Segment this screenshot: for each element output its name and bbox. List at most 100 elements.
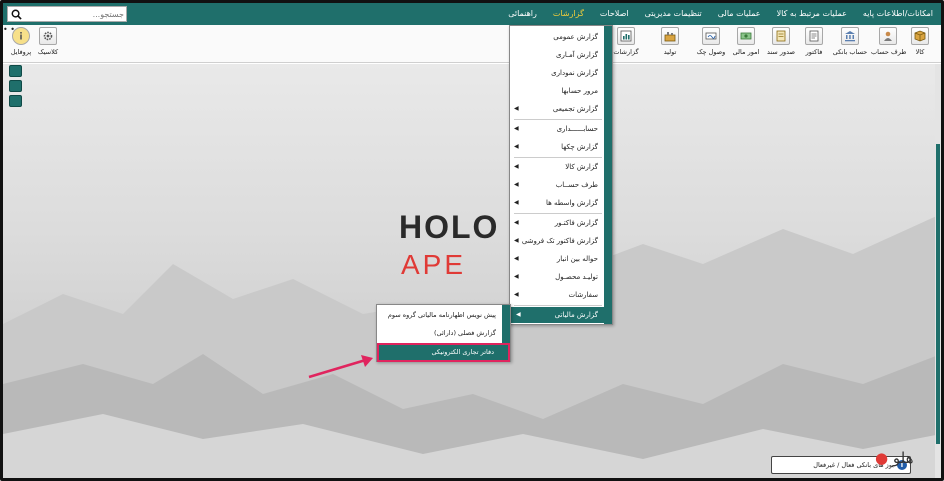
search-icon[interactable] [8,7,24,21]
dropdown-item-label: گزارش فاکتور تک فروشی [521,237,598,245]
toolbar-label: صدور سند [766,48,796,56]
toolbar-label: کالا [915,48,925,56]
dropdown-item-tax-report[interactable]: گزارش مالیاتی ◀ [510,307,612,323]
vertical-scrollbar[interactable] [935,64,941,478]
brand-logo-text: هلو [892,449,914,467]
dropdown-item-label: گزارش عمومی [553,33,598,41]
profile-icon [12,27,30,45]
dropdown-item-accounting[interactable]: حسابــــــداری ◀ [514,121,598,137]
annotation-arrow-icon [308,355,373,379]
dropdown-separator [514,119,602,120]
scrollbar-thumb[interactable] [936,144,940,444]
dropdown-separator [514,305,602,306]
toolbar-production-button[interactable]: تولید [657,27,683,61]
dropdown-item-label: گزارش واسطه ها [545,199,598,207]
dropdown-item-label: حسابــــــداری [556,125,598,133]
toolbar: کالا طرف حساب حساب بانکی فاکتور صدور سند… [3,25,941,63]
toolbar-account-party-button[interactable]: طرف حساب [871,27,907,61]
search-input[interactable] [24,7,124,21]
submenu-arrow-icon: ◀ [514,219,519,226]
dropdown-item-statistical-report[interactable]: گزارش آمـاری [514,47,598,63]
toolbar-cheque-collection-button[interactable]: وصول چک [695,27,727,61]
submenu-item-tax-declaration-draft[interactable]: پیش نویس اظهارنامه مالیاتی گروه سوم [381,307,496,323]
menu-item-basic-info[interactable]: امکانات/اطلاعات پایه [855,3,941,25]
toolbar-separator-dot: • [3,25,8,34]
dropdown-item-account-review[interactable]: مرور حسابها [514,83,598,99]
menu-item-help[interactable]: راهنمائی [500,3,545,25]
dropdown-item-label: تولیـد محصـول [555,273,598,281]
dropdown-item-product-production[interactable]: تولیـد محصـول ◀ [514,269,598,285]
dropdown-item-label: حواله بین انبار [556,255,598,263]
submenu-arrow-icon: ◀ [514,199,519,206]
desktop-background [3,64,941,478]
person-icon [879,27,897,45]
dropdown-item-label: گزارش کالا [565,163,598,171]
tax-report-submenu: پیش نویس اظهارنامه مالیاتی گروه سوم گزار… [376,304,511,362]
dropdown-item-label: گزارش مالیاتی [554,311,598,319]
submenu-arrow-icon: ◀ [514,163,519,170]
dropdown-item-warehouse-transfer[interactable]: حواله بین انبار ◀ [514,251,598,267]
dropdown-item-goods-report[interactable]: گزارش کالا ◀ [514,159,598,175]
submenu-arrow-icon: ◀ [514,143,519,150]
toolbar-label: حساب بانکی [832,48,868,56]
toolbar-label: طرف حساب [871,48,907,56]
dropdown-item-account-party[interactable]: طرف حســاب ◀ [514,177,598,193]
side-user-icon[interactable] [9,80,22,92]
dropdown-item-single-sale-invoice-report[interactable]: گزارش فاکتور تک فروشی ◀ [514,233,598,249]
submenu-item-electronic-ledgers[interactable]: دفاتر تجاری الکترونیکی [377,343,510,362]
menu-item-financial-operations[interactable]: عملیات مالی [710,3,769,25]
toolbar-label: فاکتور [805,48,823,56]
toolbar-reports-button[interactable]: گزارشات [611,27,641,61]
dropdown-item-label: مرور حسابها [561,87,598,95]
toolbar-label: امور مالی [732,48,760,56]
submenu-arrow-icon: ◀ [514,273,519,280]
brand-logo-mark-icon: ● [875,449,889,467]
toolbar-bank-account-button[interactable]: حساب بانکی [831,27,869,61]
dropdown-item-chart-report[interactable]: گزارش نموداری [514,65,598,81]
dropdown-item-label: گزارش آمـاری [555,51,598,59]
dropdown-item-label: سفارشات [568,291,598,299]
toolbar-issue-document-button[interactable]: صدور سند [765,27,797,61]
menu-item-management-settings[interactable]: تنظیمات مدیریتی [637,3,710,25]
dropdown-item-aggregate-report[interactable]: گزارش تجمیعی ◀ [514,101,598,117]
app-window: امکانات/اطلاعات پایه عملیات مرتبط به کال… [0,0,944,481]
menu-item-goods-operations[interactable]: عملیات مرتبط به کالا [769,3,855,25]
toolbar-classic-button[interactable]: کلاسیک [35,27,61,61]
dropdown-item-label: گزارش نموداری [551,69,598,77]
production-icon [661,27,679,45]
menu-item-corrections[interactable]: اصلاحات [592,3,637,25]
submenu-item-seasonal-report[interactable]: گزارش فصلی (دارائی) [381,325,496,341]
toolbar-label: وصول چک [696,48,726,56]
toolbar-invoice-button[interactable]: فاکتور [801,27,827,61]
document-icon [772,27,790,45]
box-icon [911,27,929,45]
mountain-background-image [3,214,941,478]
invoice-icon [805,27,823,45]
submenu-arrow-icon: ◀ [514,105,519,112]
dropdown-item-cheque-report[interactable]: گزارش چکها ◀ [514,139,598,155]
dropdown-item-invoice-report[interactable]: گزارش فاکتـور ◀ [514,215,598,231]
submenu-arrow-icon: ◀ [514,181,519,188]
submenu-arrow-icon: ◀ [514,237,519,244]
dropdown-item-label: طرف حســاب [555,181,598,189]
search-box [7,6,127,22]
dropdown-item-intermediary-report[interactable]: گزارش واسطه ها ◀ [514,195,598,211]
toolbar-profile-button[interactable]: پروفایل [9,27,33,61]
side-info-icon[interactable] [9,65,22,77]
dropdown-item-orders[interactable]: سفارشات ◀ [514,287,598,303]
dropdown-item-general-report[interactable]: گزارش عمومی [514,29,598,45]
toolbar-financial-affairs-button[interactable]: امور مالی [731,27,761,61]
submenu-arrow-icon: ◀ [514,255,519,262]
logo-text-bottom: APE [401,249,467,280]
dropdown-item-label: گزارش چکها [561,143,598,151]
side-home-icon[interactable] [9,95,22,107]
menu-item-reports[interactable]: گزارشات [545,3,592,25]
toolbar-goods-button[interactable]: کالا [907,27,933,61]
report-icon [617,27,635,45]
main-menubar: امکانات/اطلاعات پایه عملیات مرتبط به کال… [3,3,941,25]
dropdown-separator [514,213,602,214]
brand-logo: هلو ● [875,449,914,467]
finance-icon [737,27,755,45]
submenu-arrow-icon: ◀ [516,311,521,318]
dropdown-separator [514,157,602,158]
